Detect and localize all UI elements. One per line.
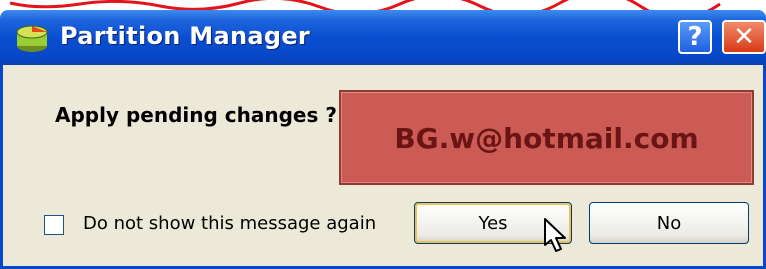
close-icon: ✕ [733,22,755,52]
close-button[interactable]: ✕ [722,20,766,54]
title-bar[interactable]: Partition Manager ? ✕ [0,10,766,65]
dont-show-again-checkbox[interactable] [44,215,64,235]
help-button[interactable]: ? [678,20,712,54]
no-button-label: No [656,212,682,234]
no-button[interactable]: No [589,202,749,244]
window-title: Partition Manager [60,22,311,50]
email-watermark: BG.w@hotmail.com [339,90,754,185]
dont-show-again-label[interactable]: Do not show this message again [83,213,376,234]
dialog-window: Partition Manager ? ✕ Apply pending chan… [0,10,766,269]
help-icon: ? [687,22,703,52]
dialog-body: Apply pending changes ? BG.w@hotmail.com… [0,65,766,269]
confirm-message: Apply pending changes ? [55,103,337,127]
yes-button-label: Yes [478,212,508,234]
watermark-text: BG.w@hotmail.com [394,122,699,155]
mouse-pointer-icon [544,218,566,252]
partition-manager-icon [16,25,48,52]
